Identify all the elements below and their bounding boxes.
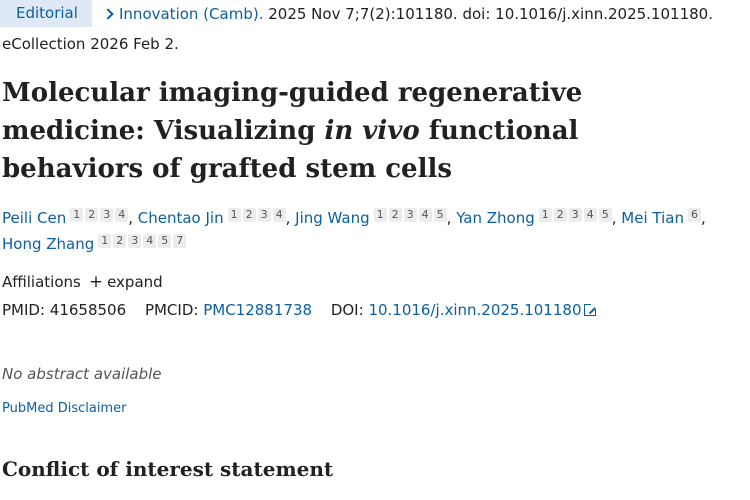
author-name-link[interactable]: Jing Wang — [295, 209, 369, 227]
affiliation-number-button[interactable]: 5 — [158, 234, 172, 248]
affiliation-number-button[interactable]: 7 — [173, 234, 187, 248]
journal-link[interactable]: Innovation (Camb). — [119, 5, 263, 23]
affiliation-number-button[interactable]: 4 — [272, 208, 286, 222]
author-separator: , — [446, 209, 457, 227]
doi-link[interactable]: 10.1016/j.xinn.2025.101180 — [368, 301, 598, 319]
external-link-icon — [584, 303, 598, 316]
pmcid-label: PMCID: — [144, 301, 199, 319]
affiliation-number-button[interactable]: 3 — [128, 234, 142, 248]
no-abstract-note: No abstract available — [2, 365, 162, 383]
citation-line: Innovation (Camb). 2025 Nov 7;7(2):10118… — [102, 4, 713, 24]
affiliation-number-button[interactable]: 2 — [553, 208, 567, 222]
doi-label: DOI: — [330, 301, 364, 319]
affiliation-number-button[interactable]: 1 — [538, 208, 552, 222]
plus-icon[interactable]: + — [89, 272, 103, 292]
identifiers-row: PMID: 41658506 PMCID: PMC12881738 DOI: 1… — [2, 300, 598, 320]
author-item: Yan Zhong 1 2 3 4 5, — [456, 208, 622, 227]
affiliation-number-button[interactable]: 1 — [98, 234, 112, 248]
author-separator: , — [128, 209, 138, 227]
affiliation-number-button[interactable]: 1 — [227, 208, 241, 222]
author-name-link[interactable]: Chentao Jin — [138, 209, 224, 227]
author-separator: , — [700, 209, 706, 227]
pmid-value: 41658506 — [49, 301, 127, 319]
conflict-of-interest-heading: Conflict of interest statement — [2, 457, 334, 481]
pmid-label: PMID: — [2, 301, 46, 319]
author-item: Hong Zhang 1 2 3 4 5 7 — [2, 234, 187, 253]
affiliation-number-button[interactable]: 4 — [583, 208, 597, 222]
affiliation-number-button[interactable]: 4 — [143, 234, 157, 248]
author-separator: , — [285, 209, 296, 227]
author-item: Mei Tian 6, — [621, 208, 706, 227]
affiliation-number-button[interactable]: 2 — [85, 208, 99, 222]
affiliation-number-button[interactable]: 2 — [242, 208, 256, 222]
affiliations-label: Affiliations — [2, 273, 81, 291]
affiliation-number-button[interactable]: 1 — [373, 208, 387, 222]
affiliations-expand-button[interactable]: expand — [107, 273, 163, 291]
author-list: Peili Cen 1 2 3 4, Chentao Jin 1 2 3 4, Jing Wan… — [2, 205, 742, 257]
article-title: Molecular imaging-guided regenerative me… — [2, 74, 722, 188]
affiliation-number-button[interactable]: 4 — [418, 208, 432, 222]
affiliation-number-button[interactable]: 1 — [70, 208, 84, 222]
affiliations-row: Affiliations + expand — [2, 272, 163, 292]
affiliation-number-button[interactable]: 2 — [388, 208, 402, 222]
affiliation-number-button[interactable]: 5 — [598, 208, 612, 222]
title-italic: in vivo — [324, 116, 420, 146]
ecollection-date: eCollection 2026 Feb 2. — [2, 35, 179, 53]
author-item: Jing Wang 1 2 3 4 5, — [295, 208, 457, 227]
affiliation-number-button[interactable]: 3 — [257, 208, 271, 222]
affiliation-number-button[interactable]: 6 — [687, 208, 701, 222]
affiliation-number-button[interactable]: 3 — [568, 208, 582, 222]
affiliation-number-button[interactable]: 3 — [100, 208, 114, 222]
chevron-right-icon[interactable] — [102, 8, 114, 20]
author-item: Chentao Jin 1 2 3 4, — [138, 208, 296, 227]
affiliation-number-button[interactable]: 4 — [115, 208, 129, 222]
doi-value: 10.1016/j.xinn.2025.101180 — [368, 301, 582, 319]
author-item: Peili Cen 1 2 3 4, — [2, 208, 138, 227]
author-name-link[interactable]: Mei Tian — [621, 209, 684, 227]
author-name-link[interactable]: Yan Zhong — [456, 209, 535, 227]
citation-details: 2025 Nov 7;7(2):101180. doi: 10.1016/j.x… — [263, 5, 713, 23]
affiliation-number-button[interactable]: 2 — [113, 234, 127, 248]
article-type-badge: Editorial — [0, 0, 92, 27]
author-name-link[interactable]: Hong Zhang — [2, 235, 94, 253]
pmcid-link[interactable]: PMC12881738 — [203, 301, 312, 319]
citation-bar: Editorial Innovation (Camb). 2025 Nov 7;… — [0, 0, 750, 30]
author-separator: , — [611, 209, 622, 227]
affiliation-number-button[interactable]: 3 — [403, 208, 417, 222]
affiliation-number-button[interactable]: 5 — [433, 208, 447, 222]
pubmed-disclaimer-link[interactable]: PubMed Disclaimer — [2, 400, 126, 418]
author-name-link[interactable]: Peili Cen — [2, 209, 66, 227]
